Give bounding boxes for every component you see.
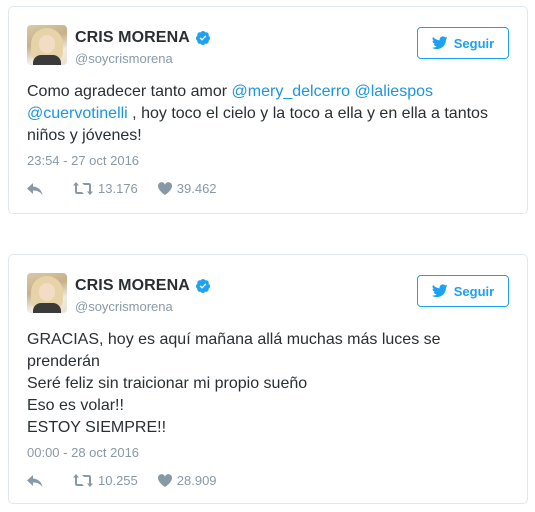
author-name[interactable]: CRIS MORENA	[75, 29, 190, 47]
mention-link[interactable]: @cuervotinelli	[27, 105, 128, 122]
like-button[interactable]: 28.909	[157, 473, 217, 488]
verified-badge-icon	[195, 279, 210, 294]
like-count: 39.462	[176, 181, 217, 196]
tweet-text: GRACIAS, hoy es aquí mañana allá muchas …	[27, 329, 511, 439]
reply-button[interactable]	[27, 182, 47, 195]
retweet-count: 10.255	[98, 473, 138, 488]
heart-icon	[157, 182, 172, 195]
tweet-text-segment: Como agradecer tanto amor	[27, 83, 232, 100]
follow-button[interactable]: Seguir	[417, 27, 509, 59]
tweet-text-line: GRACIAS, hoy es aquí mañana allá muchas …	[27, 331, 441, 348]
tweet-text-line: niños y jóvenes!	[27, 127, 142, 144]
retweet-button[interactable]: 10.255	[73, 473, 138, 488]
reply-button[interactable]	[27, 474, 47, 487]
author-row: CRIS MORENA	[75, 277, 211, 295]
follow-button[interactable]: Seguir	[417, 275, 509, 307]
retweet-button[interactable]: 13.176	[73, 181, 138, 196]
retweet-icon	[73, 182, 93, 195]
reply-icon	[27, 182, 43, 195]
retweet-count: 13.176	[98, 181, 138, 196]
author-name[interactable]: CRIS MORENA	[75, 277, 190, 295]
tweet-card: CRIS MORENA @soycrismorena Seguir Como a…	[8, 6, 528, 214]
avatar[interactable]	[27, 25, 67, 65]
author-handle[interactable]: @soycrismorena	[75, 51, 173, 66]
tweet-timestamp[interactable]: 23:54 - 27 oct 2016	[27, 153, 139, 168]
tweet-text: Como agradecer tanto amor @mery_delcerro…	[27, 81, 511, 147]
tweet-text-line: Seré feliz sin traicionar mi propio sueñ…	[27, 375, 308, 392]
heart-icon	[157, 474, 172, 487]
tweet-actions: 13.176 39.462	[27, 181, 217, 196]
mention-link[interactable]: @mery_delcerro	[232, 83, 351, 100]
verified-badge-icon	[195, 31, 210, 46]
tweet-text-segment: , hoy toco el cielo y la toco a ella y e…	[127, 105, 488, 122]
avatar[interactable]	[27, 273, 67, 313]
mention-link[interactable]: @laliespos	[355, 83, 434, 100]
retweet-icon	[73, 474, 93, 487]
tweet-timestamp[interactable]: 00:00 - 28 oct 2016	[27, 445, 139, 460]
bird-icon	[431, 36, 448, 50]
author-row: CRIS MORENA	[75, 29, 211, 47]
tweet-text-line: prenderán	[27, 353, 100, 370]
reply-icon	[27, 474, 43, 487]
follow-label: Seguir	[453, 35, 495, 51]
tweet-card: CRIS MORENA @soycrismorena Seguir GRACIA…	[8, 254, 528, 504]
like-button[interactable]: 39.462	[157, 181, 217, 196]
like-count: 28.909	[176, 473, 217, 488]
author-handle[interactable]: @soycrismorena	[75, 299, 173, 314]
follow-label: Seguir	[453, 283, 495, 299]
bird-icon	[431, 284, 448, 298]
tweet-text-line: Eso es volar!!	[27, 397, 124, 414]
tweet-actions: 10.255 28.909	[27, 473, 217, 488]
tweet-text-line: ESTOY SIEMPRE!!	[27, 419, 167, 436]
